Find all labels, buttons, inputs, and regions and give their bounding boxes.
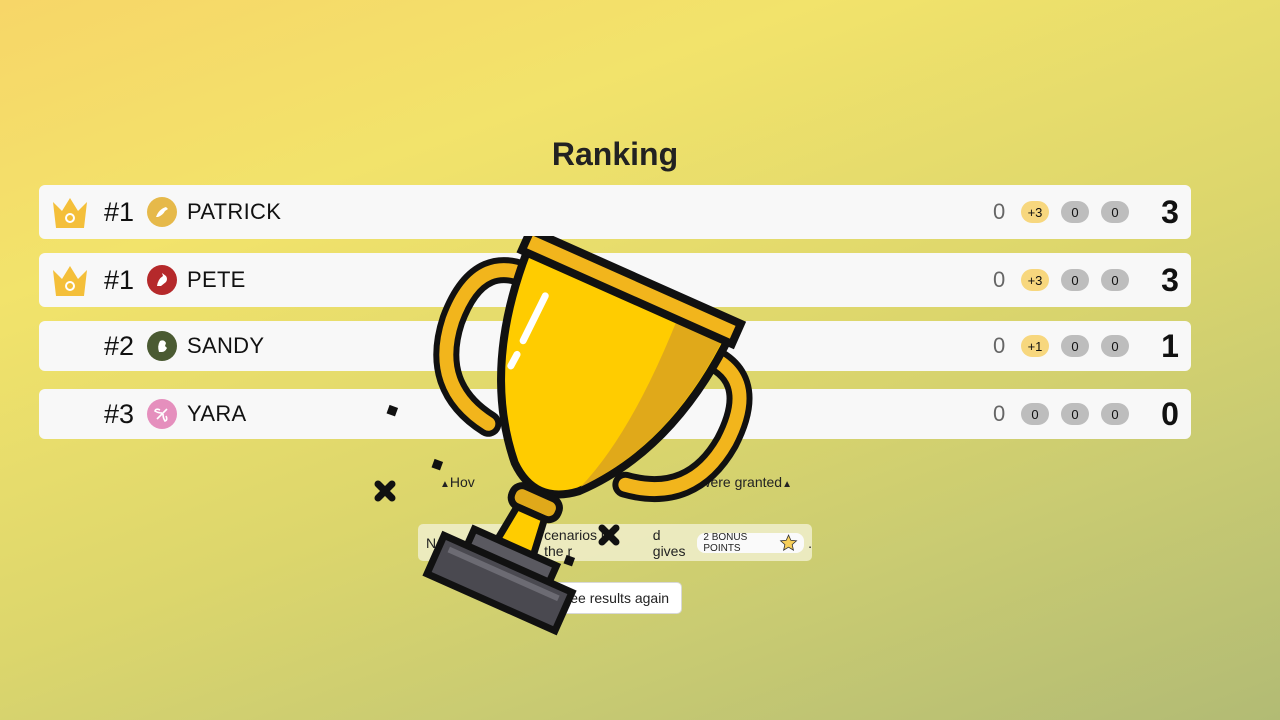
base-score: 0 — [993, 199, 1006, 224]
total-score: 1 — [1161, 327, 1179, 364]
triangle-up-icon: ▲ — [782, 479, 792, 490]
base-score: 0 — [993, 401, 1006, 426]
crown-icon — [53, 266, 87, 296]
score-pill: 0 — [1101, 335, 1129, 357]
player-name: YARA — [187, 401, 247, 426]
bonus-period: . — [808, 534, 812, 551]
score-pill: +3 — [1021, 201, 1049, 223]
total-score: 3 — [1161, 261, 1179, 298]
dragonfly-icon — [147, 399, 177, 429]
score-pill: 0 — [1061, 269, 1089, 291]
cardinal-icon — [147, 265, 177, 295]
base-score: 0 — [993, 333, 1006, 358]
score-pill: 0 — [1061, 201, 1089, 223]
ranking-row: #1 PATRICK 0 +3 0 0 3 — [39, 185, 1191, 239]
score-pill: 0 — [1101, 403, 1129, 425]
score-pill: +3 — [1021, 269, 1049, 291]
base-score: 0 — [993, 267, 1006, 292]
total-score: 3 — [1161, 193, 1179, 230]
rank-label: #1 — [104, 196, 135, 227]
score-pill: 0 — [1101, 269, 1129, 291]
score-pill: 0 — [1101, 201, 1129, 223]
rank-label: #3 — [104, 398, 135, 429]
bird-icon — [147, 197, 177, 227]
rank-label: #2 — [104, 330, 135, 361]
ranking-title: Ranking — [551, 136, 679, 172]
player-name: PETE — [187, 267, 246, 292]
score-pill: 0 — [1061, 403, 1089, 425]
crown-icon — [53, 198, 87, 228]
score-pill: 0 — [1021, 403, 1049, 425]
rank-label: #1 — [104, 264, 135, 295]
total-score: 0 — [1161, 395, 1179, 432]
player-name: PATRICK — [187, 199, 282, 224]
score-pill: +1 — [1021, 335, 1049, 357]
score-pill: 0 — [1061, 335, 1089, 357]
player-name: SANDY — [187, 333, 265, 358]
beaver-icon — [147, 331, 177, 361]
star-icon — [779, 533, 798, 551]
trophy-icon — [374, 236, 753, 636]
